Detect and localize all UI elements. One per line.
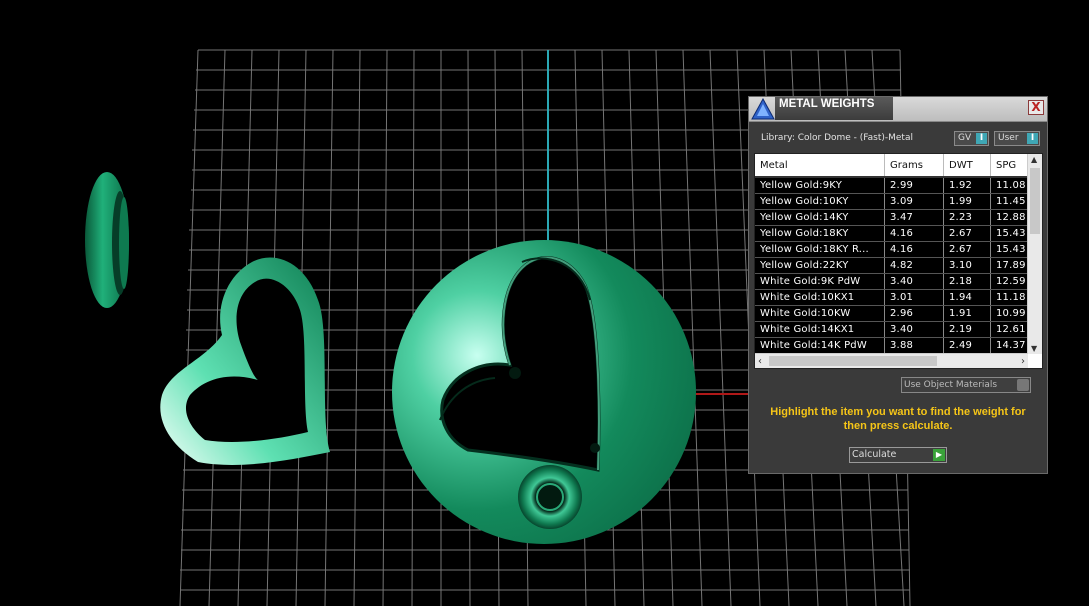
grams-cell: 3.09 — [884, 193, 944, 210]
dwt-cell: 1.99 — [943, 193, 991, 210]
grams-cell: 2.99 — [884, 177, 944, 194]
grams-cell: 3.47 — [884, 209, 944, 226]
scroll-left-icon[interactable]: ‹ — [758, 356, 762, 367]
calculate-button[interactable]: Calculate ▶ — [849, 447, 947, 463]
scroll-right-icon[interactable]: › — [1021, 356, 1025, 367]
table-row[interactable]: Yellow Gold:18KY R... 4.16 2.67 15.43 — [755, 241, 1037, 258]
toggle-switch-icon: I — [1027, 133, 1038, 144]
table-row[interactable]: White Gold:9K PdW 3.40 2.18 12.59 — [755, 273, 1037, 290]
side-ring-model[interactable] — [85, 172, 129, 308]
grams-cell: 2.96 — [884, 305, 944, 322]
user-toggle[interactable]: User I — [994, 131, 1040, 146]
metal-cell: Yellow Gold:9KY — [755, 177, 885, 194]
grams-cell: 3.40 — [884, 273, 944, 290]
dwt-cell: 1.92 — [943, 177, 991, 194]
dwt-cell: 2.23 — [943, 209, 991, 226]
metal-cell: White Gold:14K PdW — [755, 337, 885, 354]
grams-cell: 4.16 — [884, 225, 944, 242]
use-object-materials-button[interactable]: Use Object Materials — [901, 377, 1031, 393]
metal-cell: Yellow Gold:18KY R... — [755, 241, 885, 258]
metal-cell: White Gold:9K PdW — [755, 273, 885, 290]
panel-titlebar[interactable]: METAL WEIGHTS X — [749, 97, 1047, 122]
table-row[interactable]: White Gold:10KW 2.96 1.91 10.99 — [755, 305, 1037, 322]
grams-cell: 4.16 — [884, 241, 944, 258]
scroll-thumb[interactable] — [1030, 168, 1040, 234]
scroll-down-icon[interactable]: ▼ — [1031, 344, 1037, 353]
table-row[interactable]: White Gold:10KX1 3.01 1.94 11.18 — [755, 289, 1037, 306]
dwt-cell: 2.67 — [943, 241, 991, 258]
metal-cell: Yellow Gold:14KY — [755, 209, 885, 226]
user-toggle-label: User — [998, 133, 1019, 143]
table-row[interactable]: Yellow Gold:9KY 2.99 1.92 11.08 — [755, 177, 1037, 194]
table-row[interactable]: White Gold:14KX1 3.40 2.19 12.61 — [755, 321, 1037, 338]
table-row[interactable]: Yellow Gold:18KY 4.16 2.67 15.43 — [755, 225, 1037, 242]
metal-cell: White Gold:14KX1 — [755, 321, 885, 338]
play-arrow-icon: ▶ — [933, 449, 945, 461]
close-button[interactable]: X — [1028, 100, 1044, 115]
instruction-text: Highlight the item you want to find the … — [770, 406, 1026, 432]
dwt-cell: 3.10 — [943, 257, 991, 274]
table-row[interactable]: Yellow Gold:22KY 4.82 3.10 17.89 — [755, 257, 1037, 274]
dwt-cell: 2.19 — [943, 321, 991, 338]
toggle-switch-icon: I — [976, 133, 987, 144]
dwt-cell: 2.67 — [943, 225, 991, 242]
grams-cell: 3.40 — [884, 321, 944, 338]
table-row[interactable]: White Gold:14K PdW 3.88 2.49 14.37 — [755, 337, 1037, 354]
grams-cell: 4.82 — [884, 257, 944, 274]
gear-icon — [1017, 379, 1029, 391]
column-header-grams[interactable]: Grams — [884, 154, 944, 178]
scroll-up-icon[interactable]: ▲ — [1031, 155, 1037, 164]
metal-table[interactable]: Metal Grams DWT SPG Yellow Gold:9KY 2.99 1… — [754, 153, 1043, 369]
panel-title: METAL WEIGHTS — [779, 98, 875, 110]
gv-toggle[interactable]: GV I — [954, 131, 989, 146]
calculate-label: Calculate — [852, 449, 897, 460]
dwt-cell: 2.49 — [943, 337, 991, 354]
app-logo-icon — [751, 97, 775, 120]
column-header-dwt[interactable]: DWT — [943, 154, 991, 178]
metal-cell: White Gold:10KW — [755, 305, 885, 322]
grams-cell: 3.01 — [884, 289, 944, 306]
table-row[interactable]: Yellow Gold:10KY 3.09 1.99 11.45 — [755, 193, 1037, 210]
dwt-cell: 1.91 — [943, 305, 991, 322]
horizontal-scrollbar[interactable]: ‹ › — [755, 353, 1028, 368]
metal-cell: White Gold:10KX1 — [755, 289, 885, 306]
metal-cell: Yellow Gold:10KY — [755, 193, 885, 210]
heart-outline-model[interactable] — [160, 257, 330, 465]
disc-pendant-model[interactable] — [392, 240, 696, 544]
column-header-metal[interactable]: Metal — [755, 154, 885, 178]
metal-cell: Yellow Gold:22KY — [755, 257, 885, 274]
dwt-cell: 1.94 — [943, 289, 991, 306]
grams-cell: 3.88 — [884, 337, 944, 354]
dwt-cell: 2.18 — [943, 273, 991, 290]
gv-toggle-label: GV — [958, 133, 972, 143]
scroll-thumb[interactable] — [769, 356, 937, 366]
metal-weights-panel: METAL WEIGHTS X Library: Color Dome - (F… — [748, 96, 1048, 474]
use-object-materials-label: Use Object Materials — [904, 380, 998, 390]
metal-cell: Yellow Gold:18KY — [755, 225, 885, 242]
table-row[interactable]: Yellow Gold:14KY 3.47 2.23 12.88 — [755, 209, 1037, 226]
vertical-scrollbar[interactable]: ▲ ▼ — [1027, 154, 1042, 354]
library-label: Library: Color Dome - (Fast)-Metal — [761, 133, 913, 143]
